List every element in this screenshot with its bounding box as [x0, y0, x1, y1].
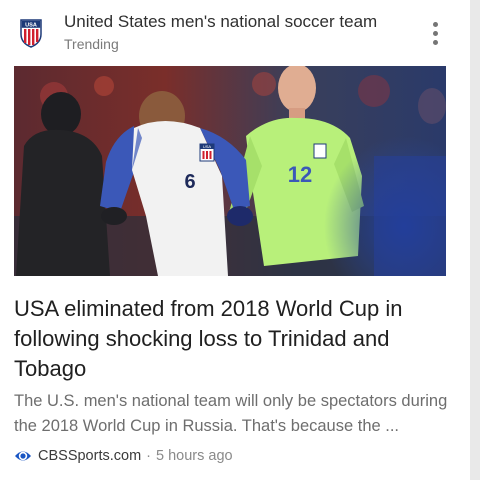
player-crest-text: USA — [203, 144, 212, 149]
news-card[interactable]: USA United States men's national soccer … — [0, 0, 470, 480]
us-soccer-crest-icon: USA — [20, 19, 42, 48]
keeper-number: 12 — [288, 162, 312, 187]
player-number: 6 — [184, 171, 195, 193]
source-name[interactable]: CBSSports.com — [38, 448, 141, 464]
topic-subtitle: Trending — [64, 36, 119, 52]
players-photo: 12 6 USA — [14, 66, 446, 276]
crest-text: USA — [25, 23, 37, 29]
cbs-eye-icon — [15, 451, 31, 461]
article-headline[interactable]: USA eliminated from 2018 World Cup in fo… — [14, 294, 454, 384]
source-separator: · — [146, 448, 151, 464]
more-options-button[interactable] — [424, 18, 446, 48]
source-line: CBSSports.com · 5 hours ago — [14, 446, 233, 466]
article-image[interactable]: 12 6 USA — [14, 66, 446, 276]
topic-title[interactable]: United States men's national soccer team — [64, 12, 377, 32]
more-options-icon — [432, 21, 438, 27]
published-time: 5 hours ago — [156, 448, 233, 464]
card-header: USA United States men's national soccer … — [0, 0, 470, 62]
article-snippet: The U.S. men's national team will only b… — [14, 392, 448, 435]
page-background-edge — [470, 0, 480, 480]
